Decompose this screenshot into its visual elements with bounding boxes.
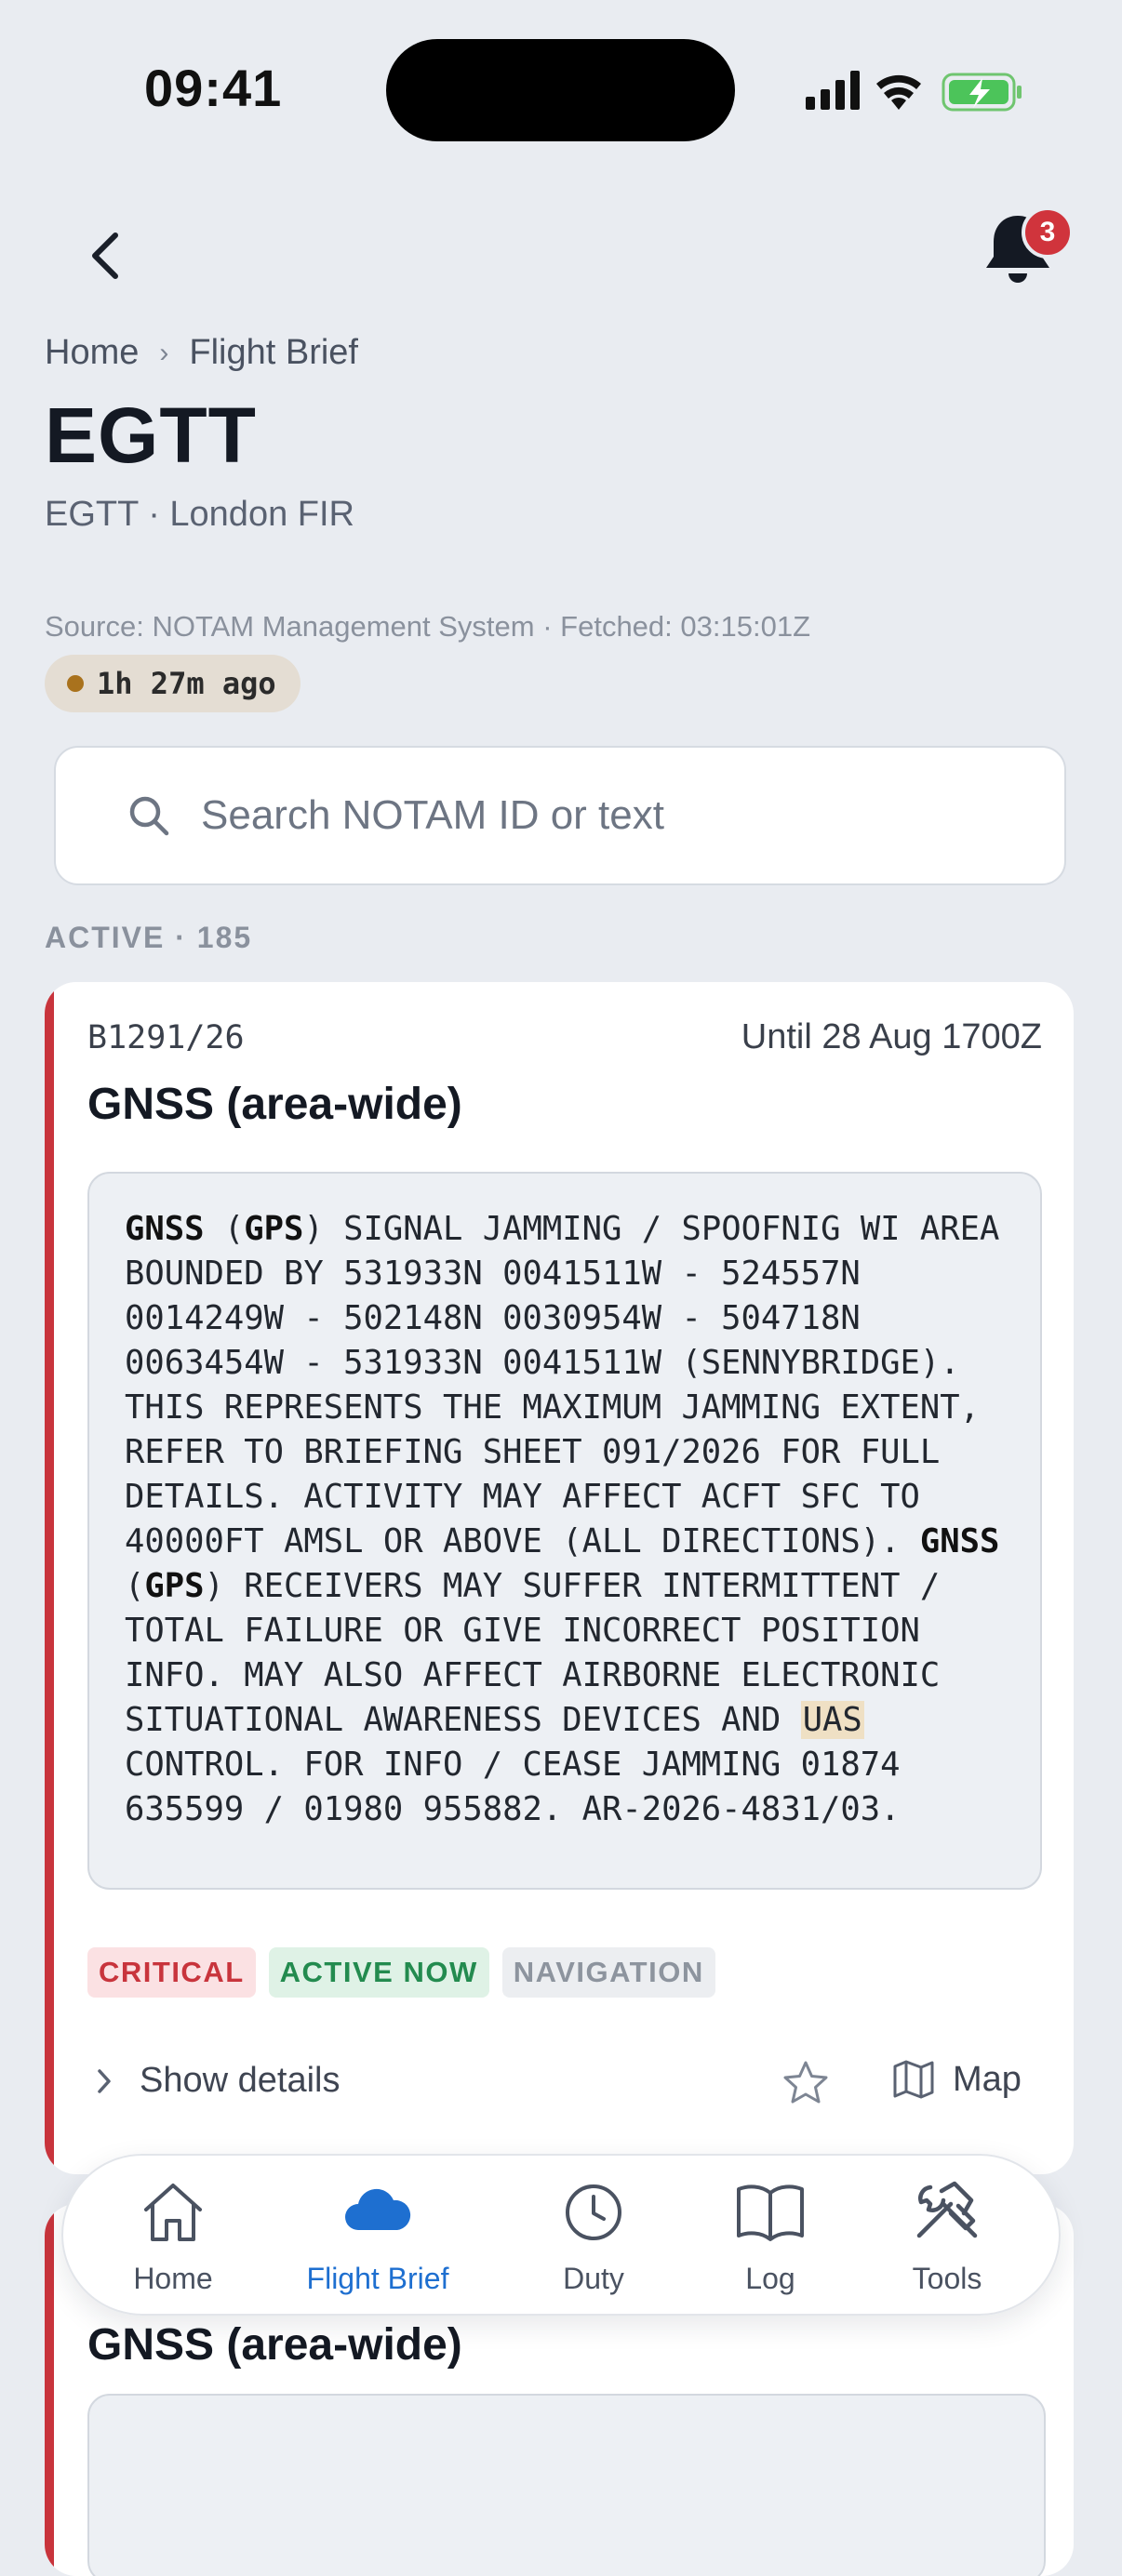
battery-icon [942,73,1022,112]
clock-icon [566,2184,621,2240]
keyword-highlight: GNSS [919,1522,1000,1560]
age-dot-icon [67,675,84,692]
tag-navigation: NAVIGATION [501,1947,715,1998]
back-button[interactable] [84,228,130,284]
tab-bar: Home Flight Brief Duty Log Tools [61,2154,1061,2316]
chevron-left-icon [92,232,118,279]
dynamic-island [386,39,735,141]
map-button[interactable]: Map [891,2057,1022,2102]
notam-id: B1291/26 [87,1019,245,1056]
cloud-icon [345,2188,411,2230]
notam-text: GNSS (GPS) SIGNAL JAMMING / SPOOFNIG WI … [87,1172,1042,1890]
map-icon [893,2060,934,2099]
keyword-highlight: GNSS [125,1210,205,1248]
tab-home[interactable]: Home [108,2178,238,2296]
tab-flight-brief-label: Flight Brief [306,2262,449,2295]
breadcrumb-home[interactable]: Home [45,333,139,373]
age-text: 1h 27m ago [97,666,276,701]
tab-flight-brief[interactable]: Flight Brief [303,2178,452,2296]
notam-validity: Until 28 Aug 1700Z [741,1017,1042,1056]
tab-log-label: Log [745,2262,795,2295]
age-badge: 1h 27m ago [45,655,301,712]
favorite-button[interactable] [780,2057,832,2109]
keyword-highlight: GPS [244,1210,304,1248]
tag-active-now: ACTIVE NOW [268,1947,489,1998]
wifi-icon [876,74,921,110]
notam-title: GNSS (area-wide) [87,2320,462,2370]
star-icon [783,2061,828,2104]
show-details-button[interactable]: Show details [95,2061,340,2101]
keyword-highlight: GPS [144,1567,205,1605]
severity-bar [45,982,54,2174]
notam-card[interactable]: B1291/26 Until 28 Aug 1700Z GNSS (area-w… [45,982,1074,2174]
tab-log[interactable]: Log [705,2178,835,2296]
tab-duty-label: Duty [563,2262,624,2295]
notification-badge: 3 [1022,206,1074,259]
search-icon [129,796,169,836]
book-icon [737,2184,804,2241]
tab-home-label: Home [133,2262,213,2295]
status-icons [802,65,1025,117]
tag-list: CRITICAL ACTIVE NOW NAVIGATION [87,1947,715,1998]
chevron-right-icon [98,2068,111,2093]
tab-tools[interactable]: Tools [882,2178,1012,2296]
tag-critical: CRITICAL [87,1947,256,1998]
search-bar[interactable] [54,746,1066,885]
tools-icon [916,2181,978,2238]
breadcrumb: Home › Flight Brief [45,333,358,373]
search-match-highlight: UAS [800,1701,864,1739]
status-time: 09:41 [144,59,283,117]
severity-bar [45,2204,54,2576]
show-details-label: Show details [140,2061,341,2100]
source-info: Source: NOTAM Management System · Fetche… [45,610,810,643]
notam-title: GNSS (area-wide) [87,1080,462,1129]
tab-duty[interactable]: Duty [528,2178,659,2296]
breadcrumb-current: Flight Brief [189,333,358,372]
page-title: EGTT [45,392,257,479]
home-icon [144,2184,202,2241]
signal-icon [806,71,860,110]
map-label: Map [953,2059,1022,2099]
section-header: ACTIVE · 185 [45,921,253,954]
page-subtitle: EGTT · London FIR [45,495,354,534]
search-input[interactable] [199,791,1022,840]
tab-tools-label: Tools [912,2262,982,2295]
breadcrumb-separator: › [159,337,169,368]
notam-text [87,2394,1046,2576]
